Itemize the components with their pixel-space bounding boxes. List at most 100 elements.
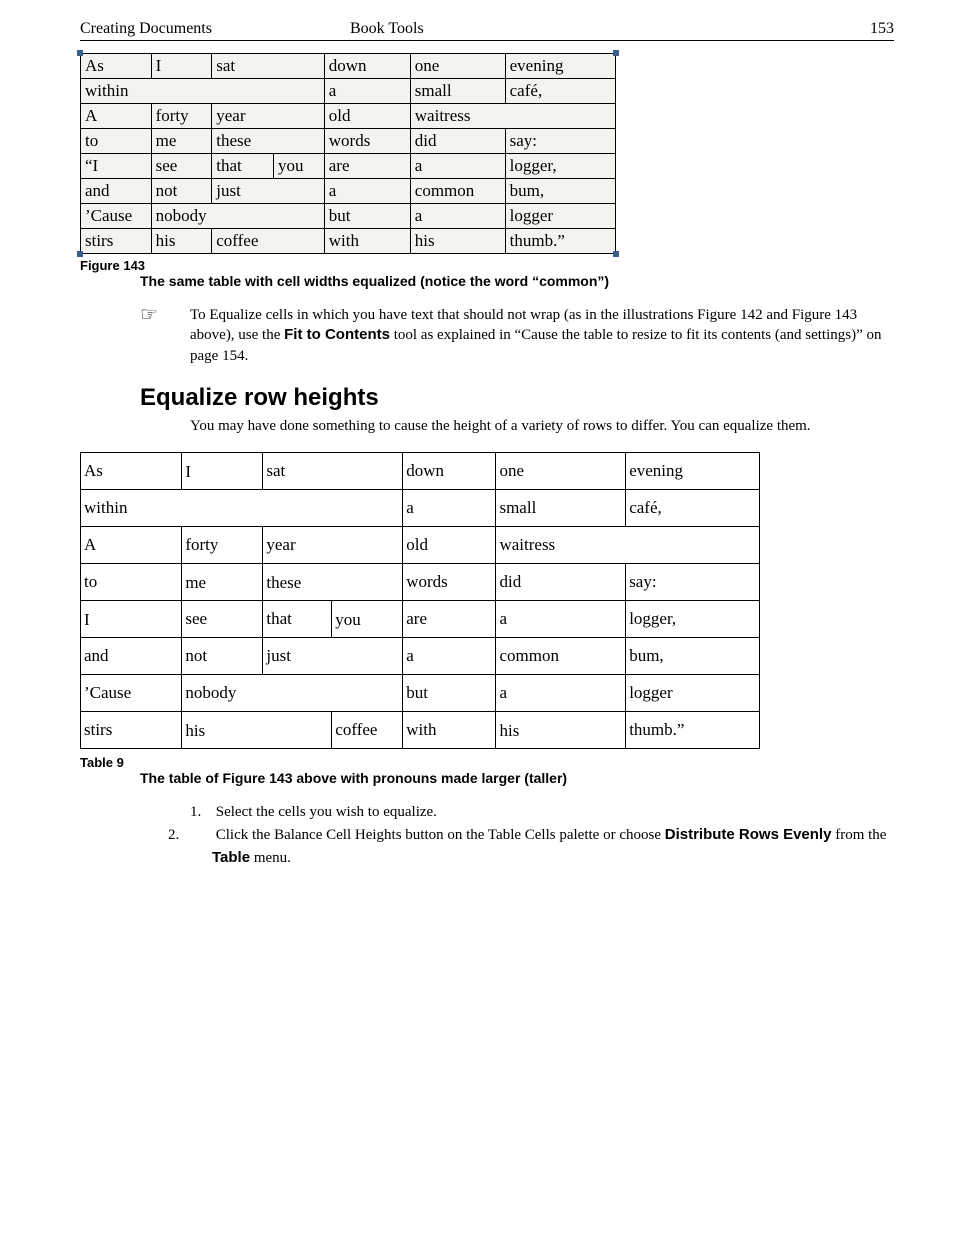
cell: but (324, 204, 410, 229)
cell: logger (626, 675, 760, 712)
cell: are (324, 154, 410, 179)
cell: down (403, 453, 496, 490)
table-row: “I see that you are a logger, (81, 154, 616, 179)
cell: small (496, 490, 626, 527)
cell: common (410, 179, 505, 204)
cell: but (403, 675, 496, 712)
cell: common (496, 638, 626, 675)
instruction-steps: 1. Select the cells you wish to equalize… (190, 802, 894, 869)
note-body: To Equalize cells in which you have text… (190, 305, 894, 366)
selection-handle-icon (613, 50, 619, 56)
selection-handle-icon (77, 251, 83, 257)
cell: you (332, 601, 403, 638)
table-row: stirs his coffee with his thumb.” (81, 712, 760, 749)
step-text: Click the Balance Cell Heights button on… (216, 827, 665, 843)
cell: A (81, 104, 152, 129)
cell: evening (626, 453, 760, 490)
table-row: and not just a common bum, (81, 638, 760, 675)
cell: I (182, 453, 263, 490)
cell: a (496, 601, 626, 638)
cell: old (324, 104, 410, 129)
header-left: Creating Documents (80, 20, 350, 38)
table-row: to me these words did say: (81, 564, 760, 601)
cell: down (324, 54, 410, 79)
cell: just (212, 179, 325, 204)
table-row: to me these words did say: (81, 129, 616, 154)
cell: say: (626, 564, 760, 601)
menu-name: Table (212, 849, 250, 866)
cell: logger (505, 204, 615, 229)
figure-143-table: As I sat down one evening within a small… (80, 53, 616, 254)
document-page: Creating Documents Book Tools 153 As I s… (0, 0, 954, 909)
cell: are (403, 601, 496, 638)
cell: bum, (626, 638, 760, 675)
cell: and (81, 179, 152, 204)
cell: and (81, 638, 182, 675)
cell: a (324, 79, 410, 104)
table-row: stirs his coffee with his thumb.” (81, 229, 616, 254)
cell: waitress (410, 104, 615, 129)
cell: within (81, 490, 403, 527)
cell: forty (182, 527, 263, 564)
table-label: Table 9 (80, 755, 894, 770)
cell: logger, (626, 601, 760, 638)
cell: his (410, 229, 505, 254)
cell: to (81, 129, 152, 154)
cell: not (182, 638, 263, 675)
cell: sat (263, 453, 403, 490)
cell: me (151, 129, 212, 154)
cell: A (81, 527, 182, 564)
cell: As (81, 54, 152, 79)
cell: with (403, 712, 496, 749)
cell: old (403, 527, 496, 564)
cell: did (496, 564, 626, 601)
section-heading: Equalize row heights (140, 384, 894, 412)
cell: just (263, 638, 403, 675)
cell: a (403, 490, 496, 527)
cell: thumb.” (505, 229, 615, 254)
cell: within (81, 79, 325, 104)
cell: logger, (505, 154, 615, 179)
cell: waitress (496, 527, 760, 564)
callout-note: ☞ To Equalize cells in which you have te… (140, 305, 894, 366)
cell: “I (81, 154, 152, 179)
cell: nobody (151, 204, 324, 229)
cell: these (212, 129, 325, 154)
cell: café, (626, 490, 760, 527)
cell: me (182, 564, 263, 601)
cell: not (151, 179, 212, 204)
cell: words (403, 564, 496, 601)
cell: you (274, 154, 325, 179)
cell: did (410, 129, 505, 154)
cell: a (496, 675, 626, 712)
cell: a (410, 154, 505, 179)
cell: stirs (81, 712, 182, 749)
cell: café, (505, 79, 615, 104)
cell: sat (212, 54, 325, 79)
header-page-number: 153 (620, 20, 894, 38)
table-row: and not just a common bum, (81, 179, 616, 204)
cell: say: (505, 129, 615, 154)
selection-handle-icon (613, 251, 619, 257)
step-text: from the (831, 827, 886, 843)
cell: thumb.” (626, 712, 760, 749)
cell: one (496, 453, 626, 490)
header-center: Book Tools (350, 20, 620, 38)
selection-handle-icon (77, 50, 83, 56)
pointing-hand-icon: ☞ (140, 305, 190, 366)
cell: year (212, 104, 325, 129)
table-row: within a small café, (81, 490, 760, 527)
cell: bum, (505, 179, 615, 204)
table-row: A forty year old waitress (81, 104, 616, 129)
cell: a (324, 179, 410, 204)
cell: these (263, 564, 403, 601)
table-row: I see that you are a logger, (81, 601, 760, 638)
cell: small (410, 79, 505, 104)
cell: see (182, 601, 263, 638)
step-text: Select the cells you wish to equalize. (216, 804, 437, 820)
cell: As (81, 453, 182, 490)
step-number: 2. (190, 825, 212, 847)
cell: a (410, 204, 505, 229)
cell: coffee (332, 712, 403, 749)
table-row: within a small café, (81, 79, 616, 104)
